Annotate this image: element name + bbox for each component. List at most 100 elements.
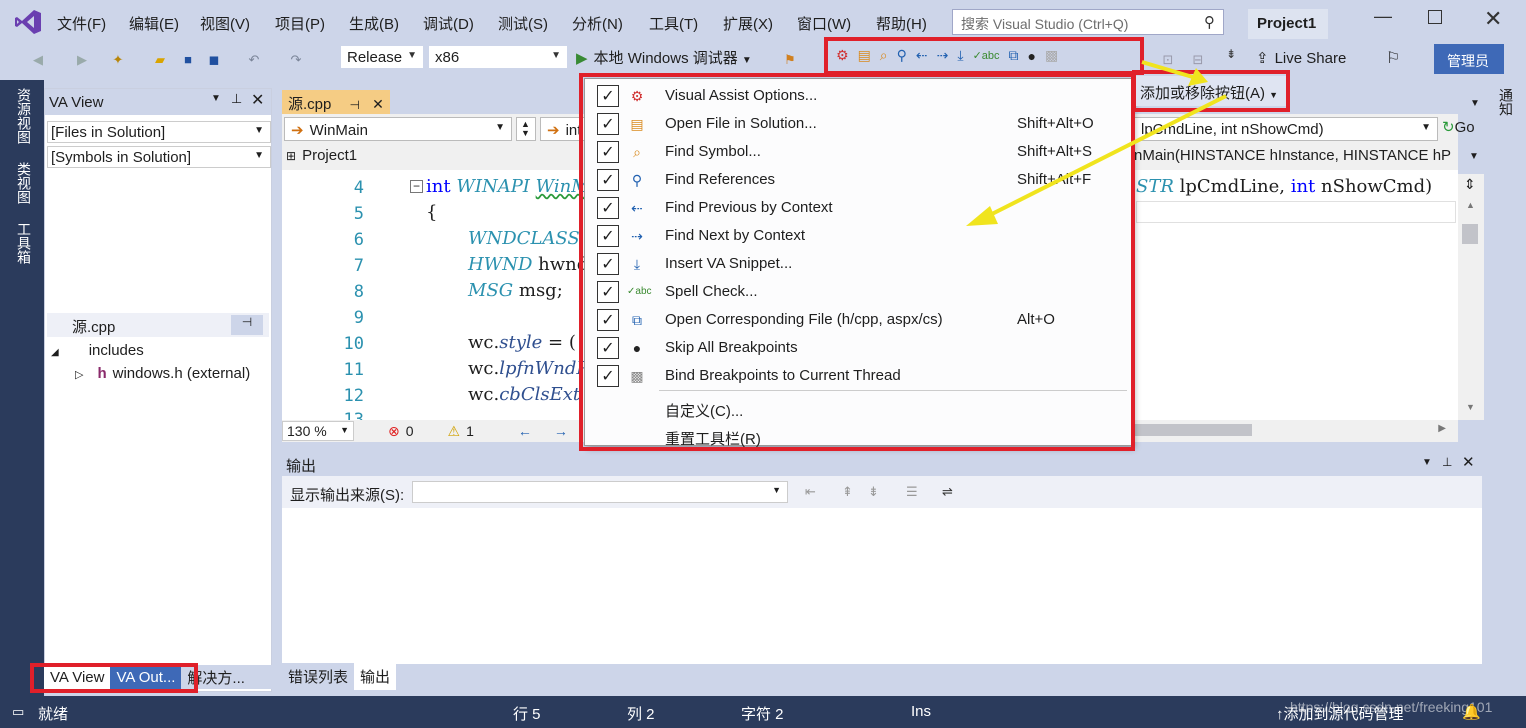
nav-forward-icon[interactable]: →	[554, 423, 568, 439]
params-combo[interactable]: lpCmdLine, int nShowCmd) ▼	[1134, 117, 1438, 141]
document-tab[interactable]: 源.cpp ⊣ ✕	[282, 90, 390, 114]
clear-all-icon[interactable]: ☰	[906, 484, 918, 500]
maximize-icon[interactable]	[1428, 10, 1442, 24]
notification-bell-icon[interactable]: 🔔	[1462, 703, 1481, 721]
zoom-combo[interactable]: 130 % ▼	[282, 421, 354, 441]
error-icon[interactable]: ⊗	[388, 423, 400, 440]
scroll-down-icon[interactable]: ▼	[1466, 402, 1475, 412]
output-tool-icon[interactable]: ⇟	[868, 484, 879, 500]
open-file-icon[interactable]: ▤	[858, 47, 871, 64]
menu-edit[interactable]: 编辑(E)	[129, 13, 179, 34]
platform-select[interactable]: x86 ▼	[428, 45, 568, 69]
find-symbol-icon[interactable]: ⌕	[880, 47, 888, 64]
files-combo[interactable]: [Files in Solution] ▼	[47, 121, 271, 143]
admin-button[interactable]: 管理员	[1434, 44, 1504, 74]
bind-breakpoints-icon[interactable]: ▩	[1045, 47, 1058, 64]
start-debugging-button[interactable]: ▶ 本地 Windows 调试器 ▼	[576, 47, 752, 68]
va-file-tab[interactable]: 源.cpp ⊣	[47, 313, 269, 337]
tab-error-list[interactable]: 错误列表	[282, 662, 355, 690]
va-options-icon[interactable]: ⚙	[836, 47, 849, 64]
pin-icon[interactable]: ⊣	[350, 98, 360, 112]
close-icon[interactable]: ✕	[1462, 453, 1475, 471]
collapsed-icon[interactable]: ▷	[75, 369, 83, 381]
search-icon[interactable]: ⚲	[1204, 13, 1215, 31]
menu-test[interactable]: 测试(S)	[498, 13, 548, 34]
split-icon[interactable]: ⇕	[1464, 176, 1476, 193]
project-combo[interactable]: ⊞ Project1	[286, 147, 357, 164]
find-references-icon[interactable]: ⚲	[897, 47, 907, 64]
menu-view[interactable]: 视图(V)	[200, 13, 250, 34]
menu-build[interactable]: 生成(B)	[349, 13, 399, 34]
expanded-icon[interactable]: ◢	[51, 347, 59, 358]
pin-icon[interactable]: ⊣	[231, 315, 263, 335]
pin-icon[interactable]: ⊥	[1442, 455, 1452, 469]
minimize-icon[interactable]: —	[1374, 6, 1392, 27]
open-folder-icon[interactable]: ▰	[152, 52, 168, 68]
scroll-thumb[interactable]	[1462, 224, 1478, 244]
tab-resource-view[interactable]: 资源视图	[14, 88, 34, 144]
tab-notifications[interactable]: 通知	[1496, 88, 1516, 116]
close-icon[interactable]: ✕	[251, 90, 264, 110]
new-project-icon[interactable]: ✦	[110, 52, 126, 68]
symbols-combo[interactable]: [Symbols in Solution] ▼	[47, 146, 271, 168]
output-source-select[interactable]: ▼	[412, 481, 788, 503]
save-icon[interactable]: ■	[180, 52, 196, 68]
menu-debug[interactable]: 调试(D)	[423, 13, 474, 34]
output-pane[interactable]	[282, 508, 1482, 664]
chevron-down-icon[interactable]: ▼	[1422, 457, 1432, 468]
tab-class-view[interactable]: 类视图	[14, 162, 34, 204]
close-window-icon[interactable]: ✕	[1484, 6, 1502, 32]
tab-output[interactable]: 输出	[354, 662, 397, 690]
chevron-down-icon[interactable]: ▼	[1469, 151, 1479, 162]
signature-combo[interactable]: nMain(HINSTANCE hInstance, HINSTANCE hP	[1134, 147, 1474, 164]
prev-context-icon[interactable]: ⇠	[916, 47, 928, 64]
function-combo[interactable]: ➔ WinMain ▼	[284, 117, 512, 141]
scroll-right-icon[interactable]: ▶	[1438, 423, 1446, 434]
skip-breakpoints-icon[interactable]: ●	[1028, 48, 1036, 64]
menu-extensions[interactable]: 扩展(X)	[723, 13, 773, 34]
header-file-icon: h	[97, 365, 107, 382]
toolbar-icon-extra[interactable]: ⊡	[1160, 52, 1176, 68]
menu-help[interactable]: 帮助(H)	[876, 13, 927, 34]
search-box[interactable]: 搜索 Visual Studio (Ctrl+Q) ⚲	[952, 9, 1224, 35]
code-line-7: HWND hwnd;	[468, 254, 594, 275]
warning-icon[interactable]: ⚠	[448, 423, 461, 440]
snippet-icon[interactable]: ⤓	[957, 47, 963, 64]
configuration-select[interactable]: Release ▼	[340, 45, 424, 69]
save-all-icon[interactable]: ◼	[206, 52, 222, 68]
output-tool-icon[interactable]: ⇞	[842, 484, 853, 500]
collapse-icon[interactable]: −	[410, 180, 423, 193]
tree-item-windows-h[interactable]: ▷ h windows.h (external)	[75, 365, 250, 382]
next-context-icon[interactable]: ⇢	[937, 47, 949, 64]
output-tool-icon[interactable]: ⇤	[805, 484, 816, 500]
nav-back-icon[interactable]: ←	[518, 423, 532, 439]
spell-check-icon[interactable]: ✓abc	[973, 49, 1000, 62]
toolbar-overflow-icon[interactable]: ⇟	[1226, 47, 1236, 61]
close-icon[interactable]: ✕	[372, 96, 384, 112]
undo-icon[interactable]: ↶	[246, 52, 262, 68]
menu-tools[interactable]: 工具(T)	[649, 13, 698, 34]
menu-window[interactable]: 窗口(W)	[797, 13, 851, 34]
scroll-up-icon[interactable]: ▲	[1466, 200, 1475, 210]
live-share-button[interactable]: ⇪ Live Share	[1256, 49, 1346, 67]
go-button[interactable]: ↻Go	[1442, 118, 1475, 136]
corresponding-file-icon[interactable]: ⧉	[1009, 47, 1019, 64]
horizontal-scroll-thumb[interactable]	[1132, 424, 1252, 436]
menu-project[interactable]: 项目(P)	[275, 13, 325, 34]
menu-file[interactable]: 文件(F)	[57, 13, 106, 34]
find-in-files-icon[interactable]: ⚑	[782, 52, 798, 68]
spin-buttons[interactable]: ▲ ▼	[516, 117, 536, 141]
tree-item-includes[interactable]: ◢ includes	[51, 342, 144, 359]
menu-analyze[interactable]: 分析(N)	[572, 13, 623, 34]
redo-icon[interactable]: ↷	[288, 52, 304, 68]
forward-icon[interactable]: ▶	[74, 52, 90, 68]
pin-icon[interactable]: ⊥	[231, 91, 242, 107]
feedback-icon[interactable]: ⚐	[1386, 48, 1400, 68]
tab-toolbox[interactable]: 工具箱	[14, 222, 34, 264]
back-icon[interactable]: ◀	[30, 52, 46, 68]
word-wrap-icon[interactable]: ⇌	[942, 484, 953, 500]
chevron-down-icon[interactable]: ▼	[211, 93, 221, 104]
toolbar-icon-extra-2[interactable]: ⊟	[1190, 52, 1206, 68]
chevron-down-icon[interactable]: ▼	[1470, 98, 1480, 109]
vertical-scrollbar[interactable]: ⇕ ▲ ▼	[1458, 174, 1484, 420]
